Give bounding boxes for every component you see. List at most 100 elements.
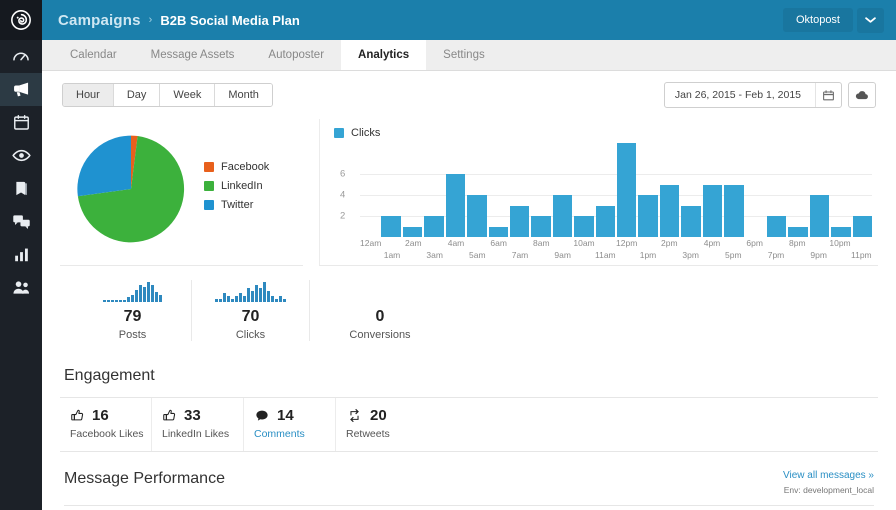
- spark-bar: [131, 295, 134, 303]
- tab-calendar[interactable]: Calendar: [53, 40, 134, 70]
- spark-bar: [147, 282, 150, 302]
- message-performance-header-right: View all messages » Env: development_loc…: [783, 470, 874, 495]
- account-dropdown-button[interactable]: [857, 8, 884, 33]
- export-download-button[interactable]: [848, 82, 876, 108]
- table-row[interactable]: 1 (9.1%) 11: [60, 506, 878, 510]
- chevron-down-icon: [865, 16, 876, 24]
- bar-7am[interactable]: [510, 206, 529, 237]
- x-tick-6am: 6am: [490, 238, 507, 248]
- pie-legend: Facebook LinkedIn Twitter: [204, 161, 269, 218]
- engagement-section-title: Engagement: [60, 351, 878, 397]
- cloud-download-icon: [855, 89, 869, 101]
- bar-9am[interactable]: [553, 195, 572, 237]
- engagement-row: 16 Facebook Likes 33 LinkedIn Likes: [60, 398, 878, 452]
- granularity-month-button[interactable]: Month: [215, 84, 272, 106]
- bar-9pm[interactable]: [810, 195, 829, 237]
- pie-slice-twitter[interactable]: [77, 136, 131, 197]
- bar-3am[interactable]: [424, 216, 443, 237]
- spark-bar: [243, 296, 246, 302]
- tab-message-assets[interactable]: Message Assets: [134, 40, 252, 70]
- spark-bar: [235, 296, 238, 302]
- x-tick-3am: 3am: [426, 250, 443, 260]
- engagement-facebook-likes-label: Facebook Likes: [70, 428, 151, 440]
- bar-8am[interactable]: [531, 216, 550, 237]
- view-all-messages-link[interactable]: View all messages »: [783, 470, 874, 481]
- kpi-conversions: 0 Conversions: [310, 280, 450, 341]
- bar-7pm[interactable]: [767, 216, 786, 237]
- sidebar-item-dashboard[interactable]: [0, 40, 42, 73]
- engagement-comments[interactable]: 14 Comments: [244, 398, 336, 451]
- tab-bar: Calendar Message Assets Autoposter Analy…: [42, 40, 896, 71]
- x-tick-5am: 5am: [469, 250, 486, 260]
- engagement-linkedin-likes[interactable]: 33 LinkedIn Likes: [152, 398, 244, 451]
- bar-1pm[interactable]: [638, 195, 657, 237]
- y-tick-4: 4: [340, 190, 345, 201]
- analytics-content: Hour Day Week Month Jan 26, 2015 - Feb 1…: [42, 71, 896, 510]
- legend-swatch-facebook: [204, 162, 214, 172]
- bar-chart-x-axis: 12am1am2am3am4am5am6am7am8am9am10am11am1…: [360, 237, 872, 265]
- breadcrumb-campaigns[interactable]: Campaigns: [58, 12, 141, 29]
- x-tick-11pm: 11pm: [851, 250, 872, 260]
- bar-6am[interactable]: [489, 227, 508, 237]
- bar-2am[interactable]: [403, 227, 422, 237]
- tab-analytics[interactable]: Analytics: [341, 40, 426, 70]
- bar-5am[interactable]: [467, 195, 486, 237]
- engagement-retweets[interactable]: 20 Retweets: [336, 398, 428, 451]
- x-tick-6pm: 6pm: [746, 238, 763, 248]
- legend-item-facebook[interactable]: Facebook: [204, 161, 269, 173]
- legend-swatch-twitter: [204, 200, 214, 210]
- bar-4am[interactable]: [446, 174, 465, 237]
- sidebar-item-analytics[interactable]: [0, 238, 42, 271]
- x-tick-8pm: 8pm: [789, 238, 806, 248]
- granularity-segmented-control: Hour Day Week Month: [62, 83, 273, 107]
- x-tick-5pm: 5pm: [725, 250, 742, 260]
- bar-10pm[interactable]: [831, 227, 850, 237]
- x-tick-12pm: 12pm: [616, 238, 637, 248]
- bar-3pm[interactable]: [681, 206, 700, 237]
- left-sidebar: [0, 0, 42, 510]
- bar-5pm[interactable]: [724, 185, 743, 237]
- bar-2pm[interactable]: [660, 185, 679, 237]
- calendar-icon: [815, 83, 841, 107]
- spark-bar: [223, 293, 226, 302]
- granularity-hour-button[interactable]: Hour: [63, 84, 114, 106]
- network-distribution-pie-card: Facebook LinkedIn Twitter: [60, 119, 303, 266]
- spark-bar: [127, 297, 130, 302]
- spark-bar: [107, 300, 110, 303]
- app-logo[interactable]: [0, 0, 42, 40]
- date-range-picker[interactable]: Jan 26, 2015 - Feb 1, 2015: [664, 82, 842, 108]
- kpi-conversions-value: 0: [316, 308, 444, 326]
- legend-item-linkedin[interactable]: LinkedIn: [204, 180, 269, 192]
- engagement-facebook-likes[interactable]: 16 Facebook Likes: [60, 398, 152, 451]
- sidebar-item-calendar[interactable]: [0, 106, 42, 139]
- bar-11pm[interactable]: [853, 216, 872, 237]
- x-tick-12am: 12am: [360, 238, 381, 248]
- spark-bar: [159, 295, 162, 303]
- sidebar-item-campaigns[interactable]: [0, 73, 42, 106]
- bar-12pm[interactable]: [617, 143, 636, 237]
- legend-item-twitter[interactable]: Twitter: [204, 199, 269, 211]
- bar-8pm[interactable]: [788, 227, 807, 237]
- bar-4pm[interactable]: [703, 185, 722, 237]
- megaphone-icon: [11, 79, 32, 100]
- spark-bar: [275, 299, 278, 302]
- y-tick-2: 2: [340, 211, 345, 222]
- kpi-row: 79 Posts 70 Clicks 0 Conversions: [60, 266, 878, 351]
- account-button[interactable]: Oktopost: [783, 8, 853, 32]
- bar-11am[interactable]: [596, 206, 615, 237]
- tab-autoposter[interactable]: Autoposter: [251, 40, 341, 70]
- bar-1am[interactable]: [381, 216, 400, 237]
- kpi-posts-value: 79: [80, 308, 185, 326]
- sidebar-item-library[interactable]: [0, 172, 42, 205]
- x-tick-2pm: 2pm: [661, 238, 678, 248]
- kpi-posts: 79 Posts: [74, 280, 192, 341]
- bar-10am[interactable]: [574, 216, 593, 237]
- sidebar-item-conversations[interactable]: [0, 205, 42, 238]
- granularity-week-button[interactable]: Week: [160, 84, 215, 106]
- sidebar-item-monitoring[interactable]: [0, 139, 42, 172]
- sidebar-item-contacts[interactable]: [0, 271, 42, 304]
- tab-settings[interactable]: Settings: [426, 40, 502, 70]
- engagement-comments-label[interactable]: Comments: [254, 428, 335, 440]
- granularity-day-button[interactable]: Day: [114, 84, 161, 106]
- toolbar-right-group: Jan 26, 2015 - Feb 1, 2015: [664, 82, 876, 108]
